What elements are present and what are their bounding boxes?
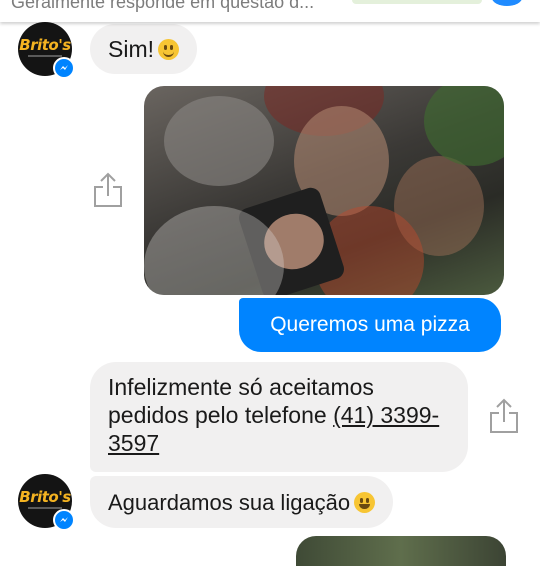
page-avatar[interactable]: Brito's [18,474,75,531]
incoming-message-bubble[interactable]: Infelizmente só aceitamos pedidos pelo t… [90,362,468,472]
messenger-badge-icon [53,509,75,531]
outgoing-message-bubble[interactable]: Queremos uma pizza [239,298,501,352]
conversation-header: Geralmente responde em questão d... [0,0,540,22]
message-text: Aguardamos sua ligação [108,490,351,515]
incoming-message-bubble[interactable]: Aguardamos sua ligação [90,476,394,528]
avatar-logo: Brito's [19,36,71,54]
share-icon[interactable] [488,398,520,434]
photo-message[interactable] [144,86,504,295]
incoming-message-bubble[interactable]: Sim! [90,24,197,74]
message-text: Queremos uma pizza [270,313,470,336]
page-avatar[interactable]: Brito's [18,22,75,79]
grinning-face-emoji-icon [354,492,376,513]
avatar-logo: Brito's [19,488,71,506]
messenger-badge-icon [53,57,75,79]
smiling-face-emoji-icon [158,39,179,60]
info-icon[interactable] [492,0,522,6]
photo-message-partial[interactable] [296,536,506,566]
header-status-area [352,0,482,4]
share-icon[interactable] [92,172,124,208]
message-text: Sim! [108,36,154,62]
avatar-tagline-bar [28,507,62,509]
avatar-tagline-bar [28,55,62,57]
response-time-subtitle: Geralmente responde em questão d... [11,0,315,12]
